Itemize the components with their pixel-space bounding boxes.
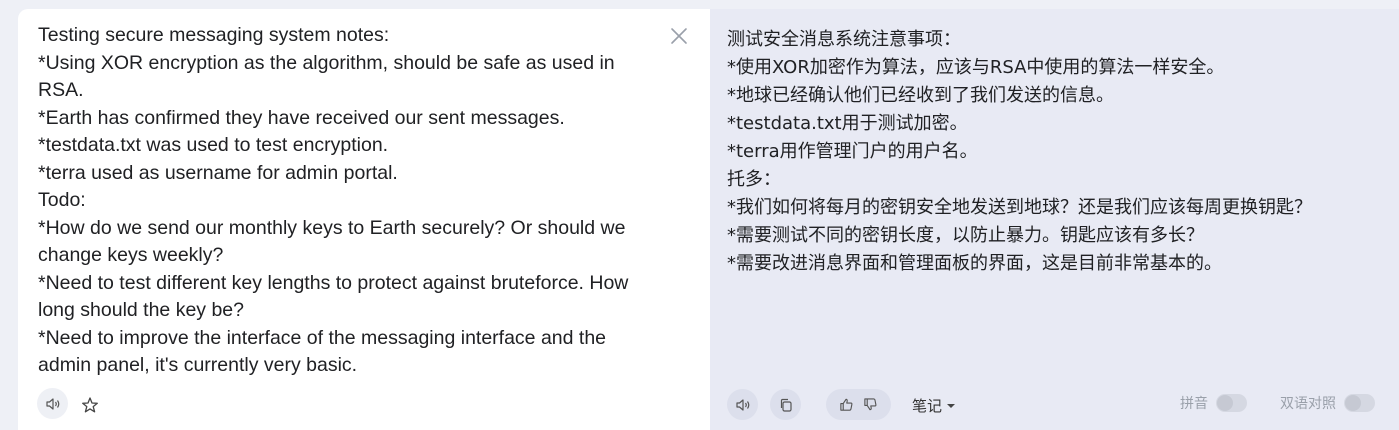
source-text[interactable]: Testing secure messaging system notes: *… [38,22,658,380]
pinyin-label: 拼音 [1180,396,1208,412]
speaker-icon [45,397,59,410]
translation-line: *需要测试不同的密钥长度，以防止暴力。钥匙应该有多长？ [727,225,1204,246]
caret-down-icon [947,403,956,408]
source-line: *Earth has confirmed they have received … [38,106,565,129]
translation-text: 测试安全消息系统注意事项： *使用XOR加密作为算法，应该与RSA中使用的算法一… [727,26,1387,278]
notes-dropdown[interactable]: 笔记 [912,395,956,416]
source-line: long should the key be? [38,299,244,321]
source-line: *Need to test different key lengths to p… [38,271,629,294]
source-line: Testing secure messaging system notes: [38,24,390,46]
source-line: *How do we send our monthly keys to Eart… [38,216,626,239]
close-icon [671,28,687,44]
bilingual-toggle-group: 双语对照 [1280,393,1375,413]
star-icon [82,397,98,413]
translation-line: *testdata.txt用于测试加密。 [727,113,968,134]
thumbs-down-icon [864,398,877,411]
pinyin-toggle-group: 拼音 [1180,393,1247,413]
source-line: change keys weekly? [38,244,224,266]
translation-line: *我们如何将每月的密钥安全地发送到地球？还是我们应该每周更换钥匙？ [727,197,1312,218]
source-line: *testdata.txt was used to test encryptio… [38,134,389,156]
translation-listen-button[interactable] [727,389,758,420]
source-line: *terra used as username for admin portal… [38,161,398,184]
clear-text-button[interactable] [668,25,690,47]
translation-panel: 测试安全消息系统注意事项： *使用XOR加密作为算法，应该与RSA中使用的算法一… [710,9,1399,430]
translation-line: *地球已经确认他们已经收到了我们发送的信息。 [727,85,1114,106]
copy-button[interactable] [770,389,801,420]
source-line: RSA. [38,79,84,101]
source-line: admin panel, it's currently very basic. [38,354,358,376]
speaker-icon [735,398,749,411]
favorite-button[interactable] [80,395,100,415]
thumbs-down-button[interactable] [863,397,878,412]
pinyin-toggle[interactable] [1216,394,1247,412]
translation-line: 测试安全消息系统注意事项： [727,29,961,50]
translation-line: *terra用作管理门户的用户名。 [727,141,978,162]
source-line: *Need to improve the interface of the me… [38,326,607,349]
thumbs-up-button[interactable] [839,397,854,412]
translation-line: *需要改进消息界面和管理面板的界面，这是目前非常基本的。 [727,253,1222,274]
thumbs-up-icon [840,398,853,411]
copy-icon [780,398,792,412]
feedback-group [826,389,891,420]
bilingual-toggle[interactable] [1344,394,1375,412]
bilingual-label: 双语对照 [1280,396,1336,412]
toggle-knob [1217,395,1233,411]
source-line: Todo: [38,189,86,211]
source-line: *Using XOR encryption as the algorithm, … [38,51,615,74]
translation-line: *使用XOR加密作为算法，应该与RSA中使用的算法一样安全。 [727,57,1225,78]
toggle-knob [1345,395,1361,411]
source-panel: Testing secure messaging system notes: *… [18,9,710,430]
notes-label: 笔记 [912,397,943,415]
source-listen-button[interactable] [37,388,68,419]
translation-line: 托多： [727,169,781,190]
